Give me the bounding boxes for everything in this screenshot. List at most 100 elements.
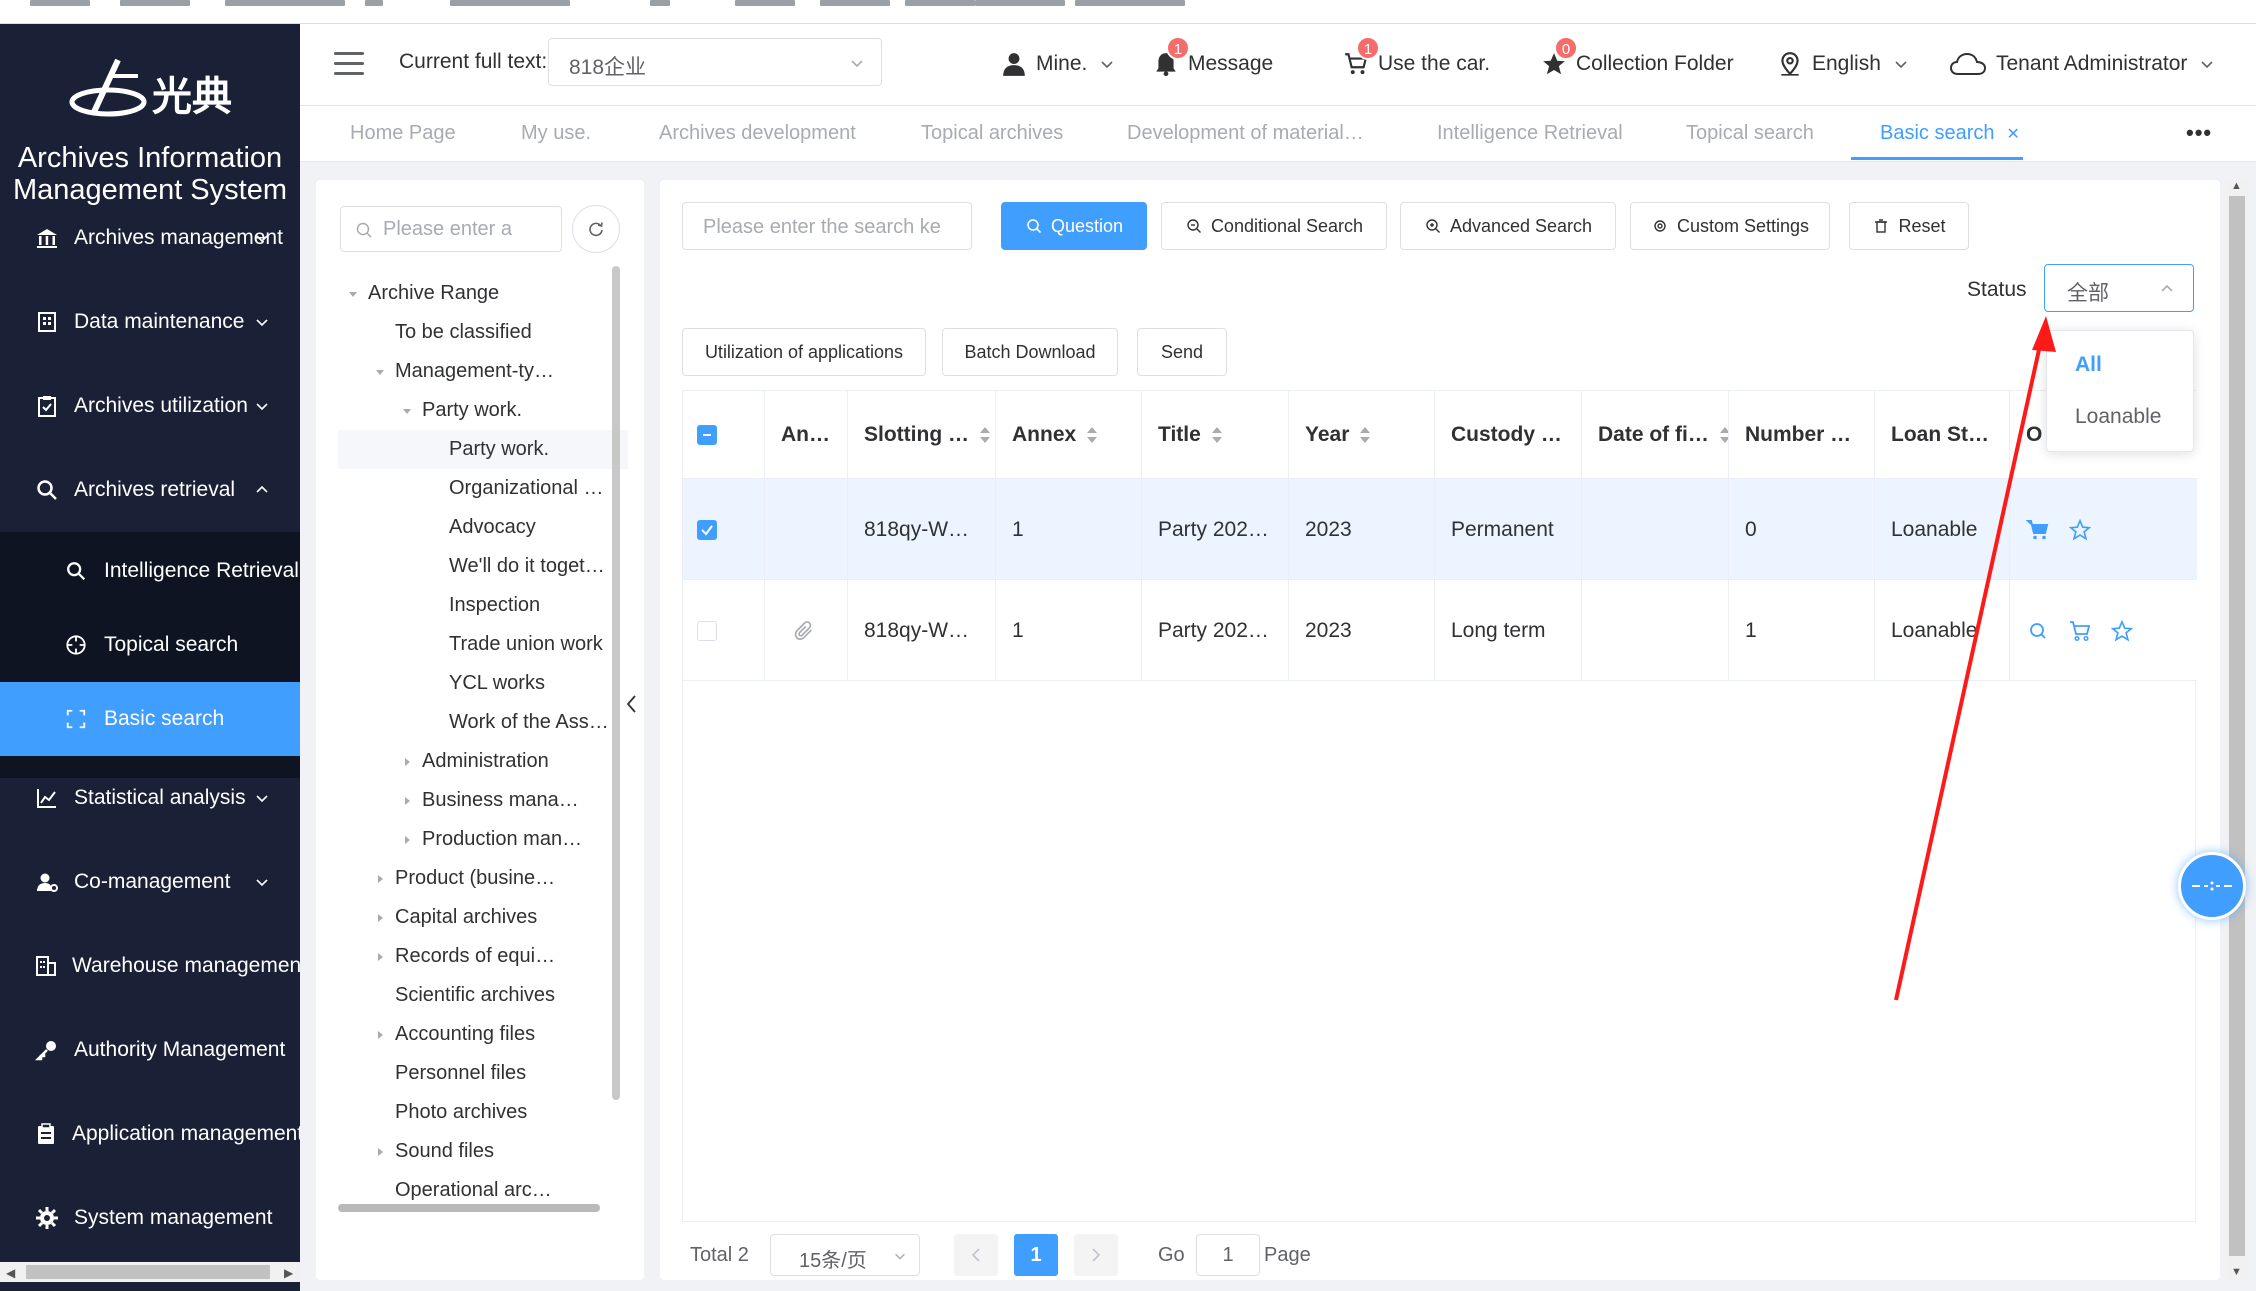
sort-icon[interactable]	[979, 425, 991, 445]
message-button[interactable]: 1 Message	[1152, 36, 1273, 78]
tree-vertical-scrollbar[interactable]	[612, 266, 620, 1100]
more-tabs-icon[interactable]: •••	[2186, 120, 2212, 146]
collection-folder-button[interactable]: 0 Collection Folder	[1540, 36, 1734, 78]
send-button[interactable]: Send	[1137, 328, 1227, 376]
sidebar-item-archives-management[interactable]: Archives management	[0, 208, 300, 268]
use-car-button[interactable]: 1 Use the car.	[1342, 36, 1490, 78]
tree-node[interactable]: Advocacy	[338, 508, 628, 547]
sidebar-item-data-maintenance[interactable]: Data maintenance	[0, 292, 300, 352]
sidebar-subitem-basic-search[interactable]: Basic search	[0, 682, 300, 756]
scrollbar-thumb[interactable]	[26, 1265, 270, 1279]
tree-search-input-wrapper[interactable]	[340, 206, 562, 252]
tree-node[interactable]: Sound files	[338, 1132, 628, 1171]
tree-search-input[interactable]	[383, 213, 553, 245]
column-header[interactable]: Custody …	[1435, 391, 1582, 479]
sidebar-item-co-management[interactable]: Co-management	[0, 852, 300, 912]
paperclip-icon[interactable]	[793, 620, 815, 642]
scrollbar-thumb[interactable]	[2229, 196, 2245, 1256]
tree-node[interactable]: To be classified	[338, 313, 628, 352]
tab-my-use[interactable]: My use.	[521, 122, 591, 145]
table-row[interactable]: 818qy-W… 1 Party 202… 2023 Long term 1 L…	[683, 580, 2197, 681]
star-icon[interactable]	[2110, 619, 2134, 643]
column-header[interactable]: Number …	[1729, 391, 1875, 479]
tab-topical-search[interactable]: Topical search	[1686, 122, 1814, 145]
full-text-select[interactable]: 818企业	[548, 38, 882, 86]
scroll-left-icon[interactable]: ◀	[6, 1266, 15, 1280]
tree-node[interactable]: Work of the Ass…	[338, 703, 628, 742]
sort-icon[interactable]	[1719, 425, 1729, 445]
keyword-input-wrapper[interactable]	[682, 202, 972, 250]
scroll-right-icon[interactable]: ▶	[284, 1266, 293, 1280]
caret-down-icon[interactable]	[346, 287, 360, 301]
refresh-button[interactable]	[572, 205, 620, 253]
sidebar-item-archives-retrieval[interactable]: Archives retrieval	[0, 460, 300, 520]
status-option-all[interactable]: All	[2075, 353, 2102, 377]
sidebar-item-warehouse-management[interactable]: Warehouse management	[0, 936, 300, 996]
sidebar-item-statistical-analysis[interactable]: Statistical analysis	[0, 768, 300, 828]
sort-icon[interactable]	[1086, 425, 1098, 445]
column-header[interactable]: Date of fi…	[1582, 391, 1729, 479]
column-header[interactable]: An…	[765, 391, 848, 479]
status-option-loanable[interactable]: Loanable	[2075, 405, 2161, 429]
caret-down-icon[interactable]	[400, 404, 414, 418]
column-header[interactable]: Year	[1289, 391, 1435, 479]
caret-right-icon[interactable]	[373, 1028, 387, 1042]
sidebar-item-authority-management[interactable]: Authority Management	[0, 1020, 300, 1080]
close-icon[interactable]: ✕	[2007, 126, 2020, 143]
tenant-menu[interactable]: Tenant Administrator	[1948, 50, 2215, 78]
tree-node[interactable]: Business mana…	[338, 781, 628, 820]
tab-basic-search[interactable]: Basic search ✕	[1880, 122, 2020, 145]
tree-node[interactable]: Party work.	[338, 430, 628, 469]
cart-icon[interactable]	[2068, 619, 2092, 643]
row-checkbox[interactable]	[697, 620, 717, 641]
sidebar-subitem-topical-search[interactable]: Topical search	[0, 608, 300, 682]
sidebar-item-archives-utilization[interactable]: Archives utilization	[0, 376, 300, 436]
advanced-search-button[interactable]: Advanced Search	[1400, 202, 1616, 250]
caret-right-icon[interactable]	[400, 833, 414, 847]
page-number-button[interactable]: 1	[1014, 1234, 1058, 1276]
caret-right-icon[interactable]	[373, 1145, 387, 1159]
conditional-search-button[interactable]: Conditional Search	[1161, 202, 1387, 250]
tree-node[interactable]: Photo archives	[338, 1093, 628, 1132]
page-size-select[interactable]: 15条/页	[770, 1234, 920, 1276]
tree-node[interactable]: Accounting files	[338, 1015, 628, 1054]
table-row[interactable]: 818qy-W… 1 Party 202… 2023 Permanent 0 L…	[683, 479, 2197, 580]
question-button[interactable]: Question	[1001, 202, 1147, 250]
status-select[interactable]: 全部	[2044, 264, 2194, 312]
sidebar-subitem-intelligence-retrieval[interactable]: Intelligence Retrieval	[0, 534, 300, 608]
caret-right-icon[interactable]	[373, 950, 387, 964]
tree-node[interactable]: Management-ty…	[338, 352, 628, 391]
next-page-button[interactable]	[1074, 1234, 1118, 1276]
tree-node[interactable]: Archive Range	[338, 274, 628, 313]
star-icon[interactable]	[2068, 518, 2092, 542]
search-icon[interactable]	[2026, 619, 2050, 643]
caret-right-icon[interactable]	[400, 755, 414, 769]
tree-node[interactable]: Product (busine…	[338, 859, 628, 898]
sort-icon[interactable]	[1211, 425, 1223, 445]
column-header[interactable]: Slotting …	[848, 391, 996, 479]
row-checkbox[interactable]	[697, 519, 717, 540]
tree-node[interactable]: Party work.	[338, 391, 628, 430]
tab-development-of-material[interactable]: Development of material…	[1127, 122, 1364, 145]
tree-node[interactable]: Trade union work	[338, 625, 628, 664]
column-header[interactable]: Title	[1142, 391, 1289, 479]
utilization-applications-button[interactable]: Utilization of applications	[682, 328, 926, 376]
tab-intelligence-retrieval[interactable]: Intelligence Retrieval	[1437, 122, 1623, 145]
select-all-checkbox[interactable]	[697, 425, 717, 445]
prev-page-button[interactable]	[954, 1234, 998, 1276]
tab-archives-development[interactable]: Archives development	[659, 122, 856, 145]
menu-toggle-icon[interactable]	[334, 52, 364, 76]
sidebar-horizontal-scrollbar[interactable]: ◀ ▶	[0, 1262, 300, 1282]
tree-node[interactable]: Personnel files	[338, 1054, 628, 1093]
tree-node[interactable]: Capital archives	[338, 898, 628, 937]
sidebar-item-system-management[interactable]: System management	[0, 1188, 300, 1248]
cart-filled-icon[interactable]	[2026, 518, 2050, 542]
caret-right-icon[interactable]	[400, 794, 414, 808]
goto-page-input[interactable]: 1	[1196, 1234, 1260, 1276]
tree-node[interactable]: We'll do it toget…	[338, 547, 628, 586]
tree-node[interactable]: YCL works	[338, 664, 628, 703]
tree-node[interactable]: Records of equi…	[338, 937, 628, 976]
tree-node[interactable]: Inspection	[338, 586, 628, 625]
floating-assistant-button[interactable]	[2178, 852, 2246, 920]
tree-node[interactable]: Scientific archives	[338, 976, 628, 1015]
